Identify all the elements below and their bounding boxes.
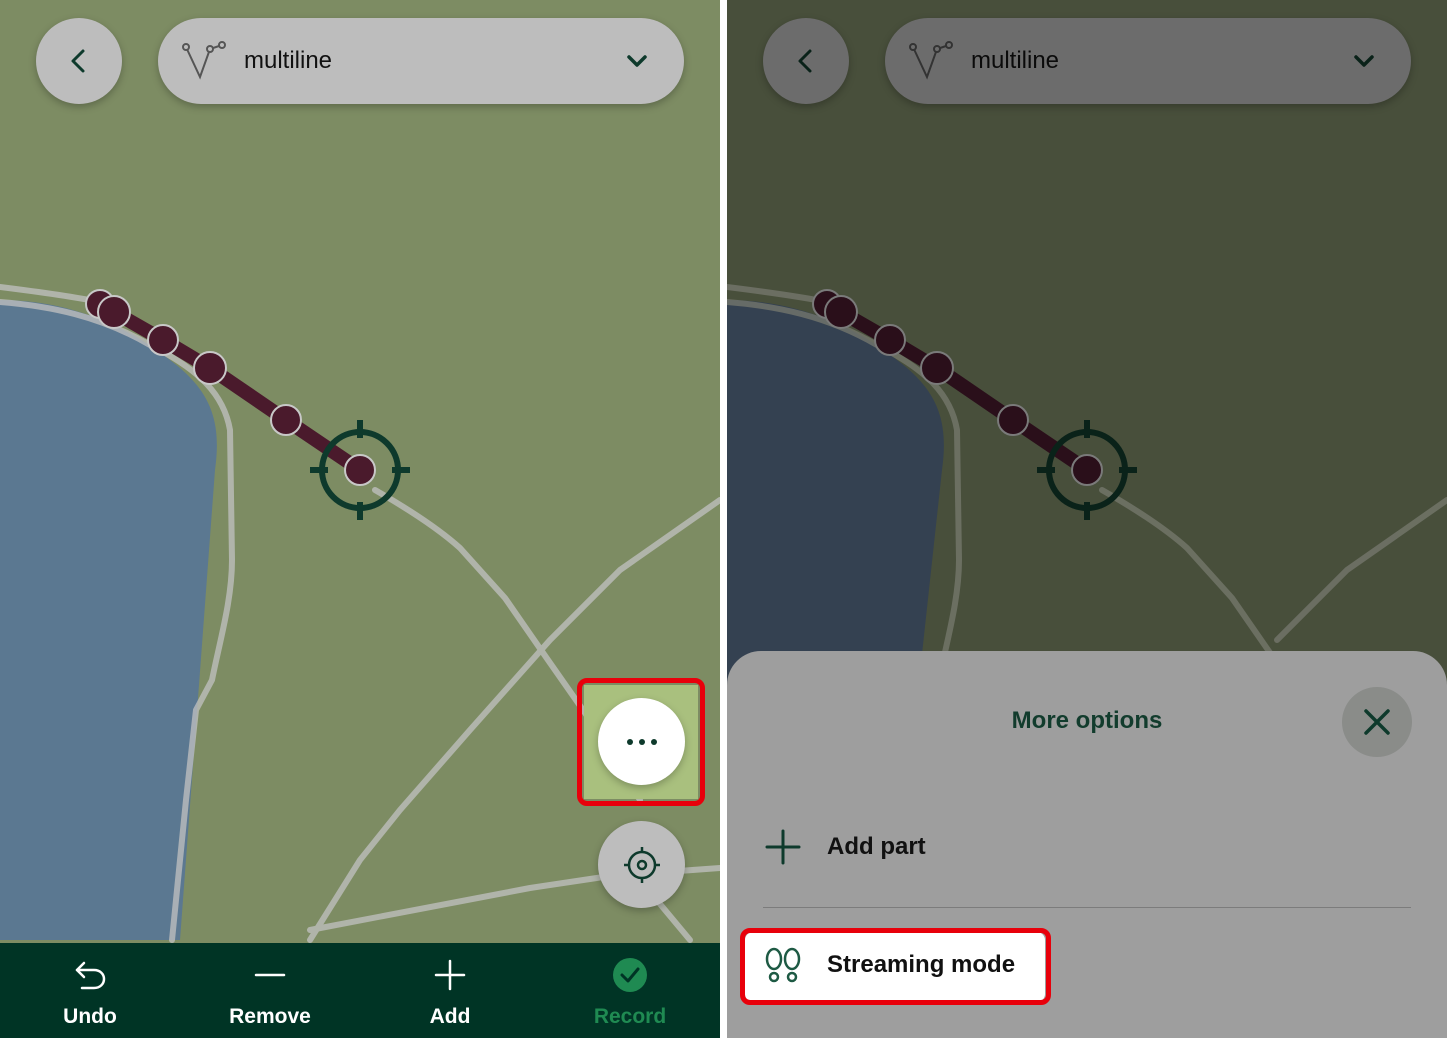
plus-icon [765, 829, 801, 865]
gps-button[interactable] [598, 821, 685, 908]
gps-target-icon [623, 846, 660, 883]
sheet-title: More options [1011, 707, 1163, 734]
map-screen-right: multiline More options Add part Streamin… [727, 0, 1447, 1038]
back-button [763, 18, 849, 104]
add-part-label: Add part [827, 833, 926, 860]
add-button[interactable]: Add [360, 943, 540, 1038]
vertex [97, 295, 131, 329]
layer-name: multiline [971, 47, 1060, 74]
chevron-left-icon [71, 49, 85, 73]
minus-icon [254, 973, 286, 977]
undo-label: Undo [63, 1005, 117, 1028]
map-screen-left: multiline Undo Remove Add Record [0, 0, 720, 1038]
back-button[interactable] [36, 18, 122, 104]
highlight-box [577, 678, 705, 806]
screen-divider [720, 0, 727, 1038]
chevron-down-icon [627, 55, 647, 67]
vertex [147, 324, 179, 356]
record-label: Record [593, 1005, 667, 1028]
vertex [193, 351, 227, 385]
add-label: Add [429, 1005, 471, 1028]
remove-label: Remove [229, 1005, 311, 1028]
layer-selector[interactable]: multiline [158, 18, 684, 104]
undo-icon [75, 961, 106, 990]
bottom-toolbar: Undo Remove Add Record [0, 943, 720, 1038]
divider [763, 907, 1411, 908]
check-circle-icon [613, 958, 647, 992]
record-button[interactable]: Record [540, 943, 720, 1038]
plus-icon [434, 959, 466, 991]
vertex [344, 454, 376, 486]
undo-button[interactable]: Undo [0, 943, 180, 1038]
more-options-sheet: More options Add part Streaming mode [727, 651, 1447, 1038]
multiline-icon [909, 41, 953, 80]
remove-button[interactable]: Remove [180, 943, 360, 1038]
layer-name: multiline [244, 47, 333, 74]
chevron-left-icon [798, 49, 812, 73]
close-icon [1364, 709, 1390, 735]
vertex [270, 404, 302, 436]
add-part-item[interactable]: Add part [763, 827, 926, 867]
close-button[interactable] [1342, 687, 1412, 757]
layer-selector: multiline [885, 18, 1411, 104]
chevron-down-icon [1354, 55, 1374, 67]
highlight-box [740, 928, 1051, 1005]
multiline-icon [182, 41, 226, 80]
